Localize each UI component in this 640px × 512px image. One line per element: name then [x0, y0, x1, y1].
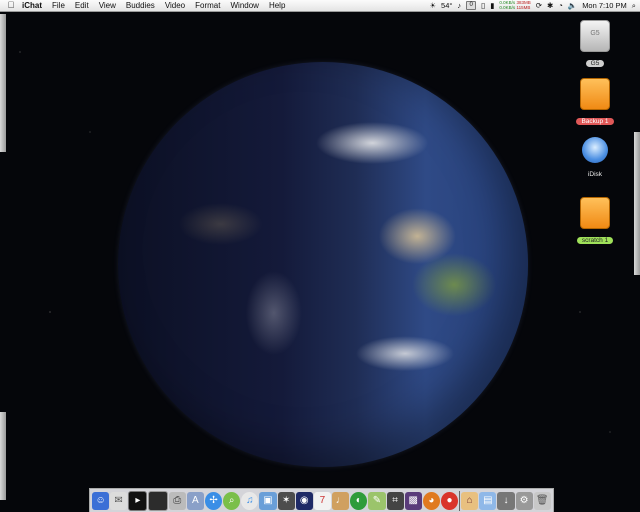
dock-separator: [459, 490, 461, 511]
menu-window[interactable]: Window: [225, 0, 263, 11]
desktop-icon-backup-1[interactable]: Backup 1: [565, 78, 625, 128]
menu-extras: ☀ 54° ♪ 0 ▯ ▮ 0.0KB/s 383MB 0.0KB/s 115M…: [429, 0, 636, 11]
dock: ☺ ✉ ▸ ⎙ A ✢ ⌕ ♫ ▣ ✶ ◉ 7 ♩ ◐ ✎ ⌗ ▩ ◕ ● ⌂ …: [89, 488, 554, 512]
iphoto-icon[interactable]: ▣: [259, 491, 277, 510]
menu-edit[interactable]: Edit: [70, 0, 94, 11]
apple-mail-icon[interactable]: ✉: [110, 491, 128, 510]
spotlight-icon[interactable]: ⌕: [632, 0, 636, 11]
desktop-icon-g5[interactable]: G5 G5: [565, 20, 625, 70]
menu-view[interactable]: View: [94, 0, 121, 11]
app-icon-2[interactable]: ▩: [404, 491, 422, 510]
tools-icon[interactable]: ⚙: [515, 491, 533, 510]
printer-icon[interactable]: ⎙: [168, 491, 186, 510]
idisk-icon: [582, 137, 608, 163]
itunes-icon[interactable]: ♫: [241, 491, 259, 510]
desktop-icon-idisk[interactable]: iDisk: [565, 137, 625, 181]
right-edge-window-tab[interactable]: [634, 132, 640, 275]
menu-buddies[interactable]: Buddies: [121, 0, 160, 11]
menu-help[interactable]: Help: [264, 0, 290, 11]
dvd-icon[interactable]: ◉: [295, 491, 313, 510]
net-rate-bottom: 0.0KB/s: [499, 4, 516, 10]
clock-text[interactable]: Mon 7:10 PM: [582, 0, 627, 11]
menu-bar:  iChat File Edit View Buddies Video For…: [0, 0, 640, 12]
guitar-icon[interactable]: ♩: [332, 491, 350, 510]
sync-icon[interactable]: ⟳: [536, 0, 542, 11]
menu-video[interactable]: Video: [160, 0, 190, 11]
external-drive-icon: [580, 197, 610, 229]
volume-icon[interactable]: 🔈: [568, 0, 577, 11]
desktop-icon-label: Backup 1: [576, 118, 614, 125]
drive-badge-text: G5: [590, 30, 600, 37]
left-edge-window-tab[interactable]: [0, 14, 6, 152]
safari-icon[interactable]: ✢: [204, 491, 223, 510]
net-size-bottom: 115MB: [516, 4, 531, 10]
tomato-icon[interactable]: ●: [440, 491, 459, 510]
terminal-icon[interactable]: ▸: [128, 490, 148, 511]
cpu-meter-icon[interactable]: ▯: [481, 0, 485, 11]
firefox-icon[interactable]: ◕: [422, 491, 440, 510]
network-stats: 0.0KB/s 383MB 0.0KB/s 115MB: [499, 0, 531, 10]
external-drive-icon: [580, 78, 610, 110]
trash-icon[interactable]: 🗑: [533, 491, 551, 510]
apple-menu-icon[interactable]: : [5, 0, 17, 11]
search-icon[interactable]: ⌕: [223, 491, 241, 510]
desktop-icon-scratch-1[interactable]: scratch 1: [565, 197, 625, 247]
eclipse-icon[interactable]: ◐: [350, 491, 368, 510]
left-edge-window-tab-lower[interactable]: [0, 412, 6, 500]
menu-app-ichat[interactable]: iChat: [17, 0, 47, 11]
monitor-icon[interactable]: [148, 490, 168, 511]
finder-icon[interactable]: ☺: [92, 491, 110, 510]
downloads-icon[interactable]: ↓: [497, 491, 515, 510]
menu-file[interactable]: File: [47, 0, 70, 11]
desktop-icon-label: iDisk: [587, 171, 603, 178]
desktop-icon-label: scratch 1: [576, 237, 614, 244]
ical-icon[interactable]: 7: [313, 491, 332, 510]
number-box[interactable]: 0: [466, 1, 477, 10]
crop-icon[interactable]: ⌗: [386, 491, 404, 510]
imovie-icon[interactable]: ✶: [277, 491, 295, 510]
earth-globe-image: [118, 62, 528, 467]
network-meter-icon: ▮: [490, 1, 495, 10]
desktop-icon-label: G5: [585, 60, 605, 67]
bluetooth-icon[interactable]: ✱: [547, 0, 553, 11]
weather-icon[interactable]: ☀: [429, 0, 436, 11]
music-note-icon[interactable]: ♪: [457, 0, 461, 11]
desktop: G5 G5 Backup 1 iDisk scratch 1: [0, 12, 640, 512]
app-icon[interactable]: A: [186, 491, 204, 510]
home-folder-icon[interactable]: ⌂: [461, 491, 479, 510]
temperature-readout: 54°: [441, 1, 453, 10]
hard-drive-icon: G5: [580, 20, 610, 52]
documents-icon[interactable]: ▤: [479, 491, 497, 510]
pen-icon[interactable]: ✎: [368, 491, 386, 510]
menu-format[interactable]: Format: [190, 0, 225, 11]
time-machine-icon[interactable]: ◔: [558, 0, 563, 11]
